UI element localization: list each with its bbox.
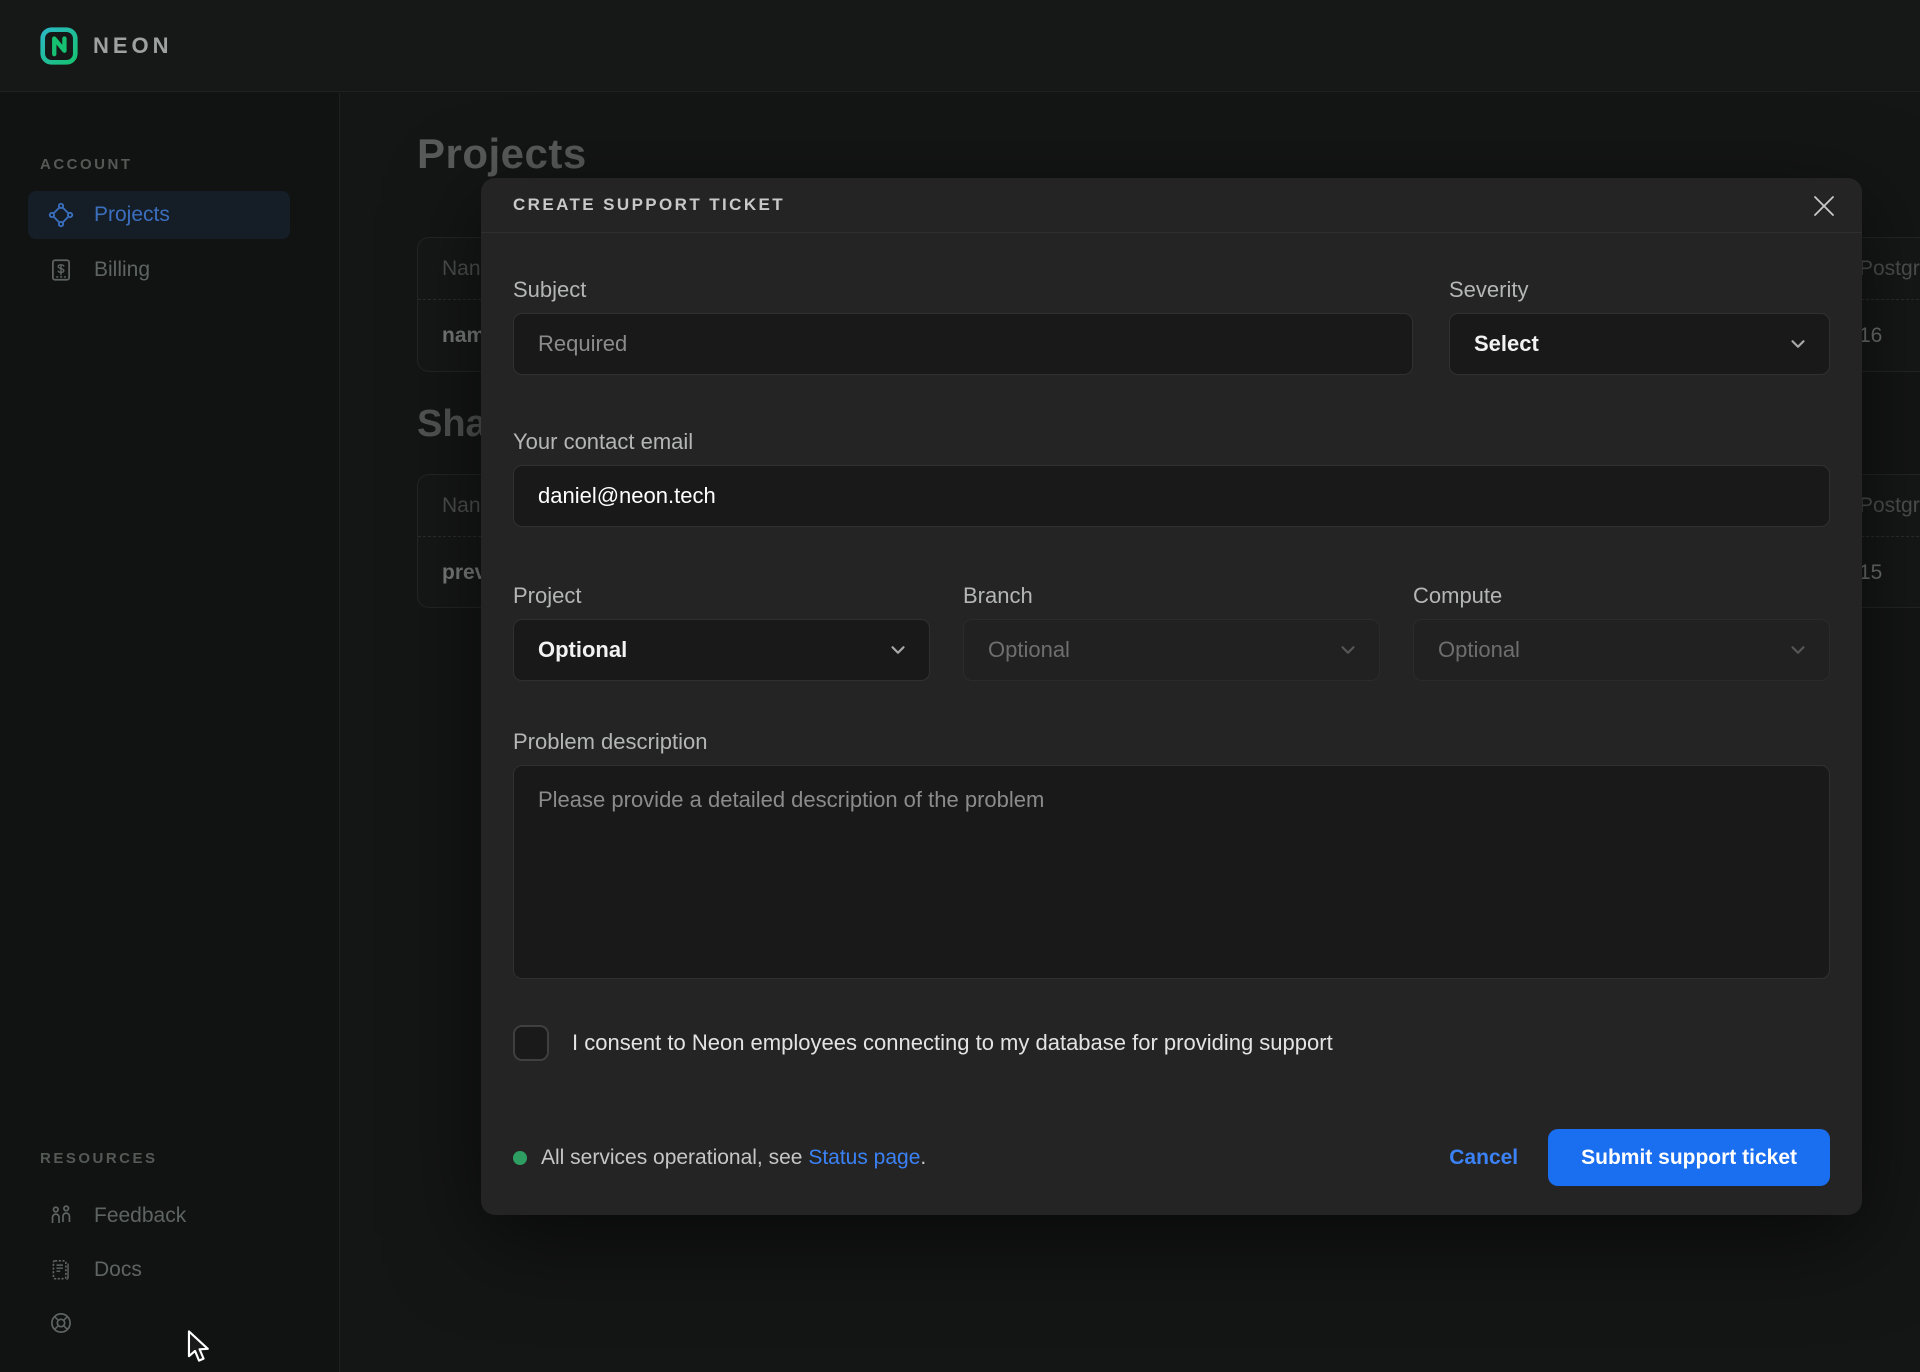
project-value-cell: 15 — [1859, 561, 1882, 585]
document-icon — [48, 1257, 74, 1283]
create-support-ticket-modal: CREATE SUPPORT TICKET Subject Severity S… — [481, 178, 1862, 1215]
severity-value: Select — [1474, 331, 1539, 357]
consent-row[interactable]: I consent to Neon employees connecting t… — [513, 1025, 1830, 1061]
project-select[interactable]: Optional — [513, 619, 930, 681]
status-page-link[interactable]: Status page — [808, 1146, 920, 1169]
severity-label: Severity — [1449, 277, 1830, 302]
chevron-down-icon — [1787, 639, 1809, 661]
project-name-cell: prev — [442, 561, 486, 585]
description-label: Problem description — [513, 729, 1830, 754]
sidebar-item-feedback[interactable]: Feedback — [28, 1192, 290, 1240]
project-value: Optional — [538, 637, 627, 663]
sidebar-item-label: Billing — [94, 258, 150, 282]
compute-value: Optional — [1438, 637, 1520, 663]
branch-label: Branch — [963, 583, 1380, 608]
sidebar-item-label: Projects — [94, 203, 170, 227]
modal-title: CREATE SUPPORT TICKET — [513, 195, 785, 215]
sidebar-item-support[interactable] — [28, 1299, 290, 1347]
invoice-icon — [48, 257, 74, 283]
sidebar-item-label: Docs — [94, 1258, 142, 1282]
mouse-cursor — [186, 1330, 216, 1364]
project-value-cell: 16 — [1859, 324, 1882, 348]
page-title: Projects — [417, 130, 587, 178]
topbar: NEON — [0, 0, 1920, 92]
subject-label: Subject — [513, 277, 1413, 302]
problem-description-textarea[interactable] — [513, 765, 1830, 979]
consent-checkbox[interactable] — [513, 1025, 549, 1061]
column-header-postgres: Postgr — [1859, 494, 1920, 518]
sidebar-item-billing[interactable]: Billing — [28, 246, 290, 294]
service-status: All services operational, see Status pag… — [513, 1146, 926, 1170]
sidebar-item-label: Feedback — [94, 1204, 186, 1228]
partial-icon — [48, 1366, 74, 1372]
branch-select: Optional — [963, 619, 1380, 681]
close-icon[interactable] — [1810, 192, 1838, 220]
email-label: Your contact email — [513, 429, 1830, 454]
nodes-icon — [48, 202, 74, 228]
status-dot — [513, 1151, 527, 1165]
lifebuoy-icon — [48, 1310, 74, 1336]
sidebar-item-projects[interactable]: Projects — [28, 191, 290, 239]
sidebar: ACCOUNT Projects Billing RESOURCES — [0, 93, 340, 1372]
account-section-label: ACCOUNT — [40, 156, 133, 173]
subject-input[interactable] — [513, 313, 1413, 375]
cancel-button[interactable]: Cancel — [1449, 1146, 1518, 1170]
compute-select: Optional — [1413, 619, 1830, 681]
project-name-cell: nam — [442, 324, 485, 348]
neon-logo-icon — [40, 27, 78, 65]
column-header-name: Nan — [442, 494, 481, 518]
status-text: All services operational, see Status pag… — [541, 1146, 926, 1170]
severity-select[interactable]: Select — [1449, 313, 1830, 375]
neon-console: NEON ACCOUNT Projects Billing — [0, 0, 1920, 1372]
project-label: Project — [513, 583, 930, 608]
modal-header: CREATE SUPPORT TICKET — [481, 178, 1862, 233]
chevron-down-icon — [887, 639, 909, 661]
contact-email-input[interactable] — [513, 465, 1830, 527]
branch-value: Optional — [988, 637, 1070, 663]
column-header-name: Nan — [442, 257, 481, 281]
submit-support-ticket-button[interactable]: Submit support ticket — [1548, 1129, 1830, 1186]
brand-name: NEON — [93, 33, 173, 59]
modal-footer: All services operational, see Status pag… — [513, 1129, 1830, 1186]
neon-logo[interactable]: NEON — [40, 27, 173, 65]
chevron-down-icon — [1787, 333, 1809, 355]
column-header-postgres: Postgr — [1859, 257, 1920, 281]
modal-body: Subject Severity Select Your contact ema… — [481, 277, 1862, 1186]
consent-label: I consent to Neon employees connecting t… — [572, 1030, 1333, 1056]
compute-label: Compute — [1413, 583, 1830, 608]
people-icon — [48, 1203, 74, 1229]
sidebar-item-partial[interactable] — [28, 1355, 290, 1372]
sidebar-item-docs[interactable]: Docs — [28, 1246, 290, 1294]
chevron-down-icon — [1337, 639, 1359, 661]
resources-section-label: RESOURCES — [40, 1150, 158, 1167]
